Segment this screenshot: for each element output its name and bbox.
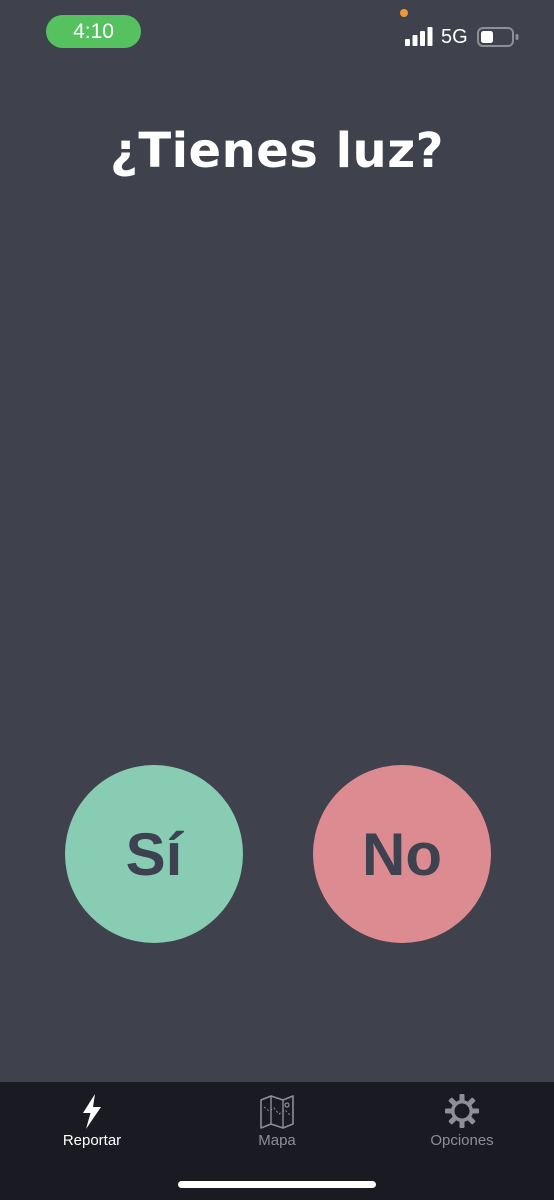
gear-icon xyxy=(445,1094,479,1128)
lightning-bolt-icon xyxy=(83,1094,101,1129)
tab-opciones-label: Opciones xyxy=(430,1132,494,1149)
tab-opciones[interactable]: Opciones xyxy=(370,1082,554,1162)
page-title: ¿Tienes luz? xyxy=(109,123,444,179)
map-icon xyxy=(260,1095,294,1129)
yes-button[interactable]: Sí xyxy=(65,765,243,943)
cellular-signal-icon xyxy=(405,27,433,46)
battery-icon xyxy=(477,27,519,47)
tab-reportar-label: Reportar xyxy=(62,1132,122,1149)
tab-mapa[interactable]: Mapa xyxy=(185,1082,369,1162)
tab-mapa-label: Mapa xyxy=(258,1132,296,1149)
status-bar: 4:10 5G xyxy=(0,0,554,64)
yes-button-label: Sí xyxy=(125,820,183,888)
status-time[interactable]: 4:10 xyxy=(46,15,141,48)
no-button-label: No xyxy=(362,820,442,888)
home-indicator[interactable] xyxy=(178,1181,376,1188)
app-screen: 4:10 5G ¿Tienes luz? Sí No Reportar Mapa… xyxy=(0,0,554,1200)
tab-reportar[interactable]: Reportar xyxy=(0,1082,184,1162)
no-button[interactable]: No xyxy=(313,765,491,943)
network-type-label: 5G xyxy=(441,26,468,48)
privacy-indicator-dot xyxy=(400,9,408,17)
